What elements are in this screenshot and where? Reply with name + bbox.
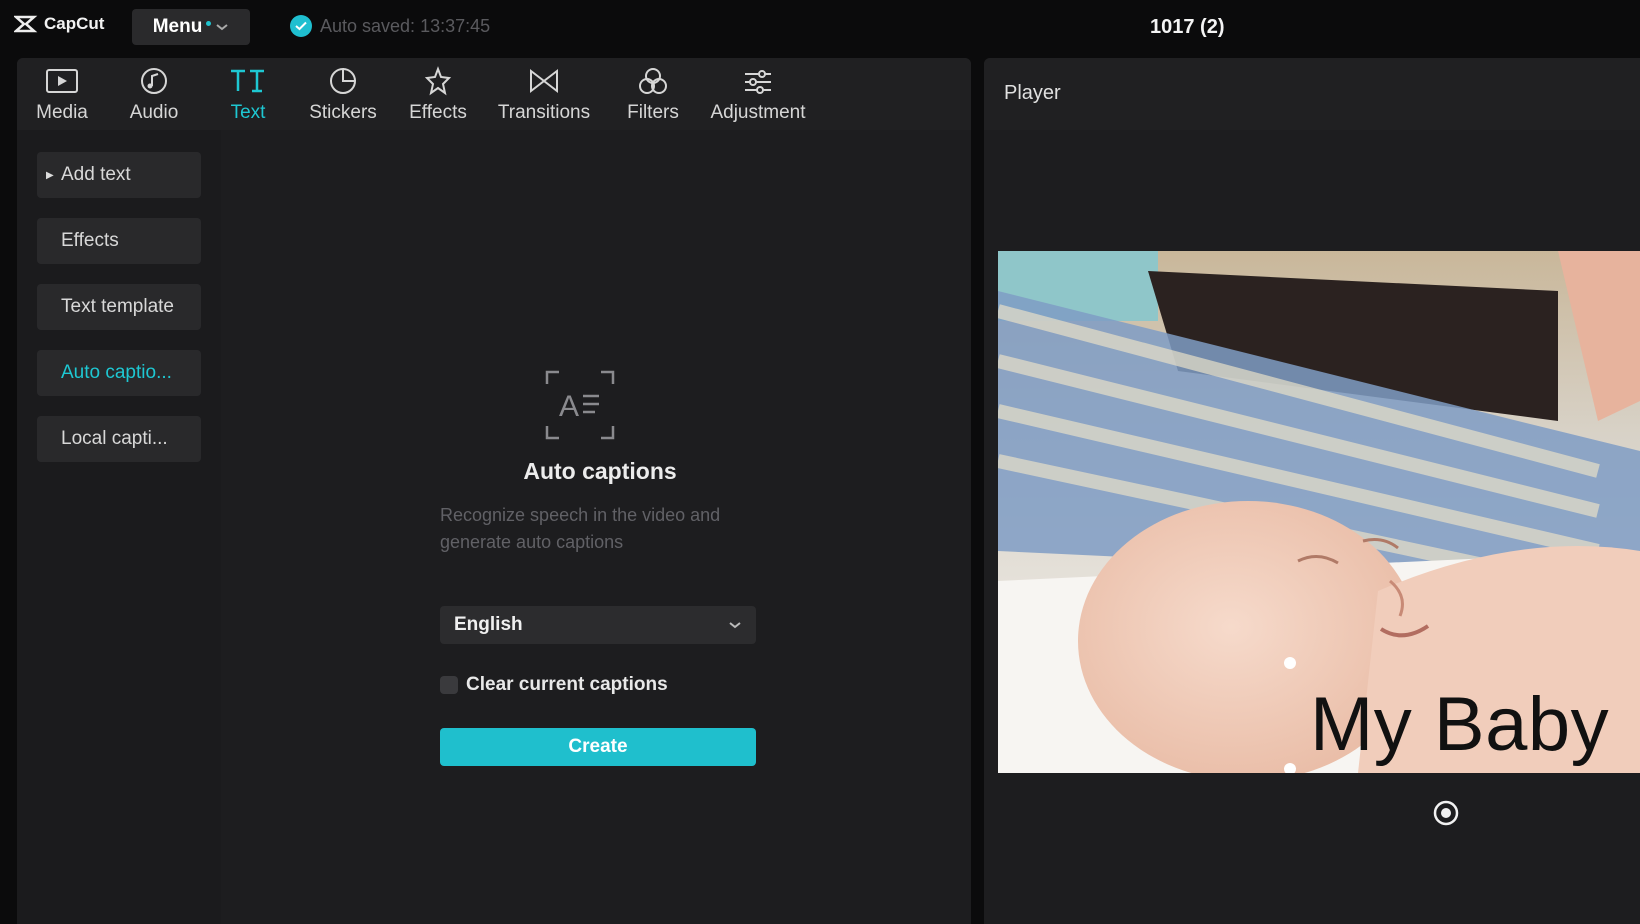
sidebar-item-auto-captions[interactable]: Auto captio... xyxy=(37,350,201,396)
sidebar-item-local-captions[interactable]: Local capti... xyxy=(37,416,201,462)
language-select[interactable]: English xyxy=(440,606,756,644)
tab-stickers[interactable]: Stickers xyxy=(302,64,384,126)
tab-transitions[interactable]: Transitions xyxy=(491,64,597,126)
sidebar-item-effects[interactable]: Effects xyxy=(37,218,201,264)
auto-captions-description: Recognize speech in the video and genera… xyxy=(440,505,721,552)
clear-captions-checkbox[interactable] xyxy=(440,676,458,694)
project-title: 1017 (2) xyxy=(1150,16,1225,38)
tab-effects[interactable]: Effects xyxy=(403,64,473,126)
tab-label: Transitions xyxy=(497,102,591,123)
tab-label: Stickers xyxy=(309,102,377,123)
tab-adjustment[interactable]: Adjustment xyxy=(701,64,815,126)
tab-label: Filters xyxy=(627,102,679,123)
clear-captions-option[interactable]: Clear current captions xyxy=(440,674,668,696)
resize-handle-bottom[interactable] xyxy=(1284,763,1296,773)
auto-captions-title: Auto captions xyxy=(523,458,677,484)
create-button[interactable]: Create xyxy=(440,728,756,766)
chevron-down-icon xyxy=(216,24,228,31)
notification-dot xyxy=(206,20,212,26)
menu-button[interactable]: Menu xyxy=(132,9,250,45)
menu-label: Menu xyxy=(152,16,203,37)
svg-text:A: A xyxy=(559,390,579,423)
sidebar-item-label: Text template xyxy=(61,296,174,317)
tool-tabs: Media Audio Text Stickers Effects Transi… xyxy=(17,58,971,130)
tab-audio[interactable]: Audio xyxy=(119,64,189,126)
stickers-icon xyxy=(328,64,358,98)
media-icon xyxy=(45,64,79,98)
language-value: English xyxy=(454,614,523,635)
tab-label: Effects xyxy=(409,102,467,123)
caret-right-icon: ▶ xyxy=(46,169,54,181)
autosave-text: Auto saved: 13:37:45 xyxy=(320,15,491,36)
tab-filters[interactable]: Filters xyxy=(619,64,687,126)
tab-label: Text xyxy=(230,102,266,123)
sidebar-item-add-text[interactable]: ▶ Add text xyxy=(37,152,201,198)
rotate-icon[interactable] xyxy=(1432,799,1460,827)
player-panel: Player My Baby xyxy=(984,58,1640,924)
autosave-status: Auto saved: 13:37:45 xyxy=(290,15,490,37)
logo-text: CapCut xyxy=(44,14,105,33)
tab-label: Audio xyxy=(129,102,179,123)
sidebar-item-label: Effects xyxy=(61,230,119,251)
video-preview[interactable]: My Baby xyxy=(998,251,1640,773)
top-bar: CapCut Menu Auto saved: 13:37:45 1017 (2… xyxy=(0,0,1640,56)
tab-label: Media xyxy=(36,102,88,123)
caption-text: My Baby xyxy=(1310,682,1610,767)
audio-icon xyxy=(139,64,169,98)
sidebar-item-text-template[interactable]: Text template xyxy=(37,284,201,330)
tab-text[interactable]: Text xyxy=(213,64,283,126)
text-icon xyxy=(229,64,267,98)
effects-icon xyxy=(423,64,453,98)
chevron-down-icon xyxy=(729,622,741,629)
tab-label: Adjustment xyxy=(710,102,806,123)
transitions-icon xyxy=(528,64,560,98)
text-sidebar: ▶ Add text Effects Text template Auto ca… xyxy=(17,130,221,924)
caption-overlay[interactable]: My Baby xyxy=(1284,657,1640,773)
sidebar-item-label: Add text xyxy=(61,164,131,185)
resize-handle-top[interactable] xyxy=(1284,657,1296,669)
adjustment-icon xyxy=(742,64,774,98)
asset-panel: Media Audio Text Stickers Effects Transi… xyxy=(17,58,971,924)
player-header: Player xyxy=(984,58,1640,130)
capcut-logo-icon xyxy=(14,15,38,33)
sidebar-item-label: Local capti... xyxy=(61,428,168,449)
auto-captions-icon: A xyxy=(545,370,615,445)
check-circle-icon xyxy=(290,15,312,37)
filters-icon xyxy=(637,64,669,98)
player-title: Player xyxy=(1004,82,1061,104)
sidebar-item-label: Auto captio... xyxy=(61,362,172,383)
clear-captions-label: Clear current captions xyxy=(466,674,668,695)
app-logo: CapCut xyxy=(14,14,104,34)
tab-media[interactable]: Media xyxy=(27,64,97,126)
